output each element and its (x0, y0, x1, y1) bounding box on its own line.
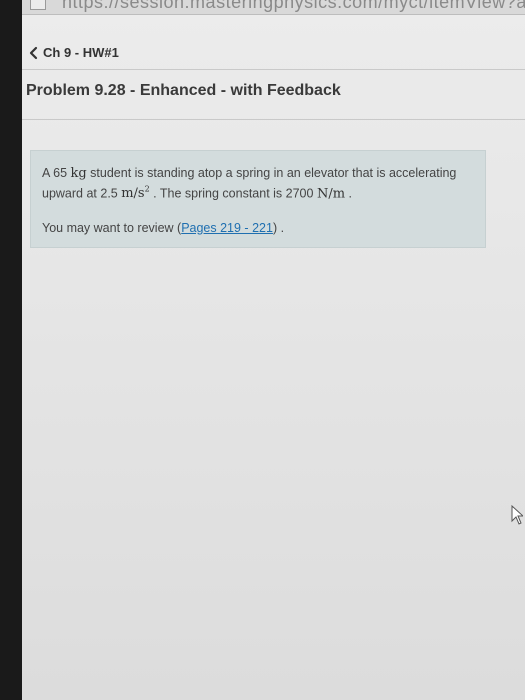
problem-statement-box: A 65 kg student is standing atop a sprin… (30, 150, 486, 248)
breadcrumb-label: Ch 9 - HW#1 (43, 45, 119, 60)
page-title: Problem 9.28 - Enhanced - with Feedback (26, 82, 341, 99)
chevron-left-icon (29, 46, 38, 59)
browser-window: https://session.masteringphysics.com/myc… (22, 0, 525, 700)
url-text: https://session.masteringphysics.com/myc… (62, 0, 525, 12)
page-icon (30, 0, 46, 10)
review-line: You may want to review (Pages 219 - 221)… (42, 221, 285, 235)
problem-statement: A 65 kg student is standing atop a sprin… (42, 166, 457, 202)
breadcrumb-back-link[interactable]: Ch 9 - HW#1 (28, 45, 119, 60)
unit-acceleration: m/s2 (121, 185, 150, 202)
divider (22, 69, 525, 70)
pages-review-link[interactable]: Pages 219 - 221 (181, 221, 273, 235)
unit-kg: kg (70, 166, 87, 181)
unit-spring-constant: N/m (316, 186, 346, 202)
divider (22, 119, 525, 120)
mouse-cursor-icon (511, 505, 523, 525)
address-bar[interactable]: https://session.masteringphysics.com/myc… (22, 0, 525, 15)
